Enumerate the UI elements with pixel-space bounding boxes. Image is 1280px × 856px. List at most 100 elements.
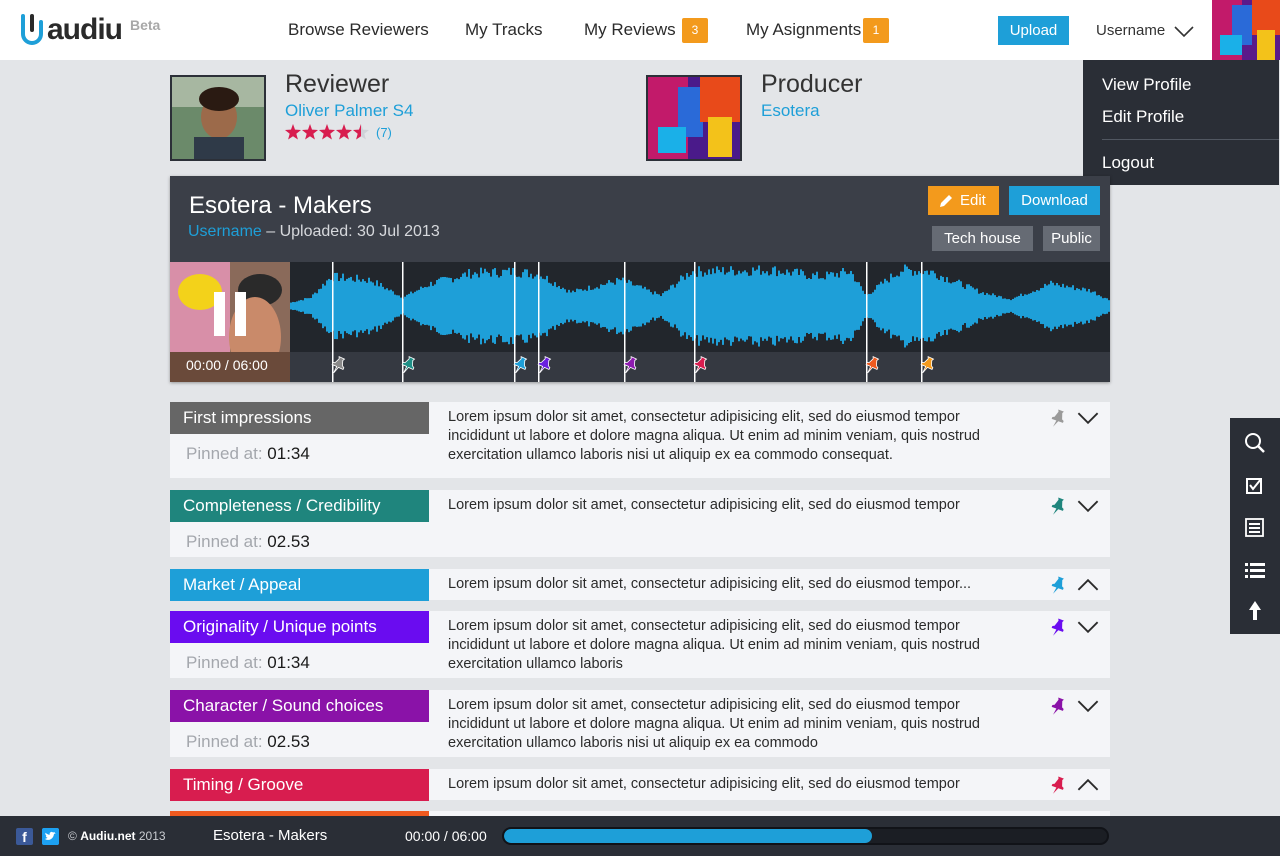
waveform-bar (338, 280, 340, 332)
waveform-bar (608, 280, 610, 332)
waveform-bar (352, 280, 354, 332)
waveform-bar (470, 278, 472, 334)
list-icon[interactable] (1244, 560, 1266, 580)
upload-button[interactable]: Upload (998, 16, 1069, 45)
star-icon (319, 124, 335, 140)
nav-my-reviews[interactable]: My Reviews (584, 20, 676, 40)
pushpin-icon[interactable] (1050, 576, 1066, 596)
download-button[interactable]: Download (1009, 186, 1100, 215)
chevron-down-icon[interactable] (1077, 410, 1099, 426)
visibility-tag[interactable]: Public (1043, 226, 1100, 251)
reviewer-name-link[interactable]: Oliver Palmer S4 (285, 101, 413, 121)
waveform-bar (896, 275, 898, 337)
waveform-bar (1030, 293, 1032, 319)
waveform-bar (976, 288, 978, 324)
review-category[interactable]: Completeness / Credibility (170, 490, 429, 522)
waveform-bar (928, 274, 930, 338)
waveform-bar (666, 290, 668, 322)
chevron-up-icon[interactable] (1077, 577, 1099, 593)
waveform-bar (850, 270, 852, 342)
waveform-bar (394, 294, 396, 318)
review-row[interactable]: Completeness / Credibility Pinned at: 02.… (170, 490, 1110, 557)
chevron-down-icon[interactable] (1077, 698, 1099, 714)
waveform-bar (490, 276, 492, 336)
review-category[interactable]: Timing / Groove (170, 769, 429, 801)
uploader-link[interactable]: Username (188, 223, 262, 240)
waveform-bar (764, 273, 766, 339)
nav-my-assignments[interactable]: My Asignments (746, 20, 861, 40)
review-row[interactable]: Timing / Groove Lorem ipsum dolor sit ame… (170, 769, 1110, 801)
search-icon[interactable] (1244, 432, 1266, 454)
reviewer-avatar[interactable] (170, 75, 266, 161)
waveform-bar (1082, 287, 1084, 325)
track-title: Esotera - Makers (189, 192, 372, 219)
waveform-bar (468, 269, 470, 343)
review-category[interactable]: Market / Appeal (170, 569, 429, 601)
review-row[interactable]: Character / Sound choices Pinned at: 02.5… (170, 690, 1110, 757)
nav-my-tracks[interactable]: My Tracks (465, 20, 542, 40)
genre-tag[interactable]: Tech house (932, 226, 1033, 251)
review-row[interactable]: Originality / Unique points Pinned at: 01… (170, 611, 1110, 678)
waveform-bar (1096, 295, 1098, 317)
footer-player-bar: f © Audiu.net 2013 Esotera - Makers 00:0… (0, 816, 1280, 856)
menu-logout[interactable]: Logout (1102, 153, 1154, 173)
pin-up-icon[interactable] (1244, 600, 1266, 622)
waveform-bar (996, 297, 998, 315)
pushpin-icon[interactable] (1050, 618, 1066, 638)
waveform-bar (924, 271, 926, 341)
chevron-down-icon[interactable] (1077, 619, 1099, 635)
waveform-bar (968, 284, 970, 328)
user-avatar[interactable] (1212, 0, 1280, 60)
logo[interactable]: audiu Beta (20, 14, 160, 46)
menu-edit-profile[interactable]: Edit Profile (1102, 107, 1184, 127)
pushpin-icon[interactable] (1050, 497, 1066, 517)
menu-view-profile[interactable]: View Profile (1102, 75, 1191, 95)
waveform-bar (614, 284, 616, 328)
review-category[interactable]: Character / Sound choices (170, 690, 429, 722)
waveform-bar (790, 275, 792, 337)
review-text-line: Lorem ipsum dolor sit amet, consectetur … (448, 409, 960, 425)
document-icon[interactable] (1244, 518, 1266, 538)
waveform-bar (874, 289, 876, 323)
username-menu-label[interactable]: Username (1096, 22, 1165, 39)
playback-progress-bar[interactable] (502, 827, 1109, 845)
nav-browse-reviewers[interactable]: Browse Reviewers (288, 20, 429, 40)
track-artwork[interactable]: 00:00 / 06:00 (170, 262, 290, 382)
chevron-down-icon[interactable] (1174, 26, 1194, 38)
facebook-icon[interactable]: f (16, 828, 33, 845)
footer-track-title: Esotera - Makers (213, 827, 328, 844)
pushpin-icon[interactable] (1050, 697, 1066, 717)
review-text-line: Lorem ipsum dolor sit amet, consectetur … (448, 697, 960, 713)
pause-icon[interactable] (214, 292, 246, 336)
waveform-bar (890, 273, 892, 339)
pushpin-icon[interactable] (1050, 409, 1066, 429)
edit-track-button[interactable]: Edit (928, 186, 999, 215)
producer-art-image (648, 77, 740, 159)
waveform-bar (972, 287, 974, 325)
waveform-bar (894, 276, 896, 336)
pushpin-icon[interactable] (1050, 776, 1066, 796)
waveform-bar (452, 282, 454, 330)
rating-count-link[interactable]: (7) (376, 125, 392, 140)
waveform-bar (296, 301, 298, 311)
review-category[interactable]: First impressions (170, 402, 429, 434)
waveform-bar (340, 278, 342, 334)
waveform-bar (612, 282, 614, 330)
chevron-up-icon[interactable] (1077, 777, 1099, 793)
waveform-bar (872, 292, 874, 320)
waveform-bar (832, 272, 834, 340)
producer-name-link[interactable]: Esotera (761, 101, 820, 121)
checkbox-icon[interactable] (1244, 476, 1266, 496)
waveform-bar (310, 298, 312, 314)
waveform-bar (556, 287, 558, 325)
producer-avatar[interactable] (646, 75, 742, 161)
review-category[interactable]: Originality / Unique points (170, 611, 429, 643)
waveform-bar (910, 269, 912, 343)
review-row[interactable]: First impressions Pinned at: 01:34 Lorem i… (170, 402, 1110, 478)
waveform-bar (808, 278, 810, 334)
review-row[interactable]: Market / Appeal Lorem ipsum dolor sit ame… (170, 569, 1110, 601)
chevron-down-icon[interactable] (1077, 498, 1099, 514)
waveform[interactable] (290, 262, 1110, 382)
twitter-icon[interactable] (42, 828, 59, 845)
waveform-bar (366, 282, 368, 330)
